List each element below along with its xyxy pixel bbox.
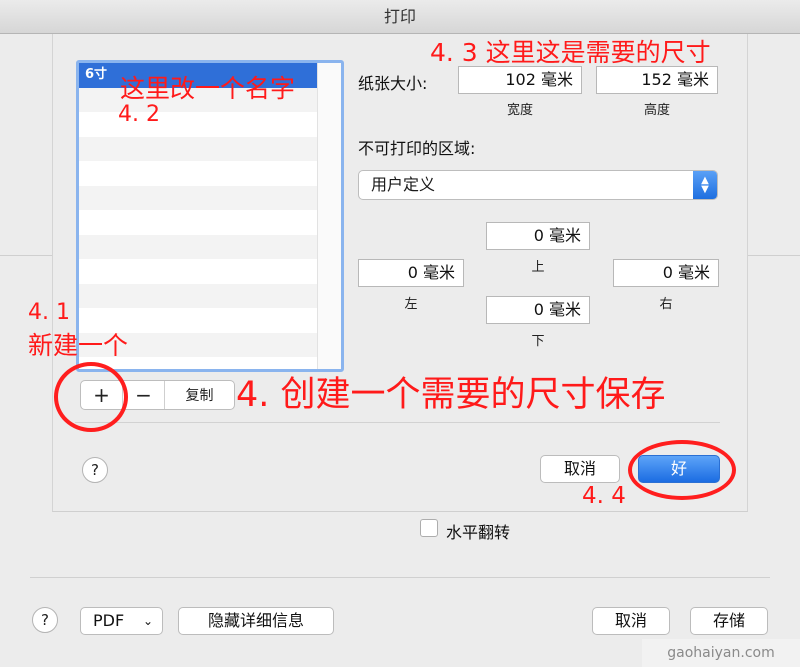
list-item[interactable]: [79, 259, 341, 284]
background-divider-right: [748, 255, 800, 256]
footer-help-button[interactable]: ?: [32, 607, 58, 633]
annotation-4-4: 4. 4: [582, 483, 626, 509]
pdf-menu-label: PDF: [93, 611, 125, 630]
list-item[interactable]: [79, 234, 341, 259]
annotation-4-2-number: 4. 2: [118, 102, 160, 127]
paper-width-caption: 宽度: [506, 103, 533, 118]
remove-paper-button[interactable]: −: [123, 381, 165, 409]
annotation-circle-ok: [628, 440, 736, 500]
list-item[interactable]: [79, 210, 341, 235]
annotation-4-1-text: 新建一个: [28, 331, 129, 360]
sheet-help-button[interactable]: ?: [82, 457, 108, 483]
chevron-down-icon: ⌄: [142, 614, 153, 628]
background-divider-left: [0, 255, 52, 256]
hide-details-button[interactable]: 隐藏详细信息: [178, 607, 334, 635]
margin-top-caption: 上: [531, 260, 545, 275]
save-button[interactable]: 存储: [690, 607, 768, 635]
paper-height-caption: 高度: [643, 103, 670, 118]
watermark: gaohaiyan.com: [642, 639, 800, 667]
flip-horizontal-checkbox[interactable]: [420, 519, 438, 537]
annotation-4-2-text: 这里改一个名字: [120, 74, 296, 103]
paper-width-field[interactable]: 102 毫米: [458, 66, 582, 94]
margin-left-caption: 左: [404, 297, 418, 312]
list-item[interactable]: [79, 283, 341, 308]
list-item[interactable]: [79, 161, 341, 186]
non-printable-area-label: 不可打印的区域:: [358, 139, 476, 158]
margin-right-caption: 右: [659, 297, 673, 312]
margin-top-field[interactable]: 0 毫米: [486, 222, 590, 250]
list-item[interactable]: [79, 136, 341, 161]
footer-divider: [30, 577, 770, 578]
non-printable-area-select[interactable]: 用户定义 ▲ ▼: [358, 170, 718, 200]
sheet-divider: [75, 422, 720, 423]
pdf-menu-button[interactable]: PDF ⌄: [80, 607, 163, 635]
list-item[interactable]: [79, 308, 341, 333]
annotation-4-3: 4. 3 这里这是需要的尺寸: [430, 38, 711, 67]
non-printable-area-value: 用户定义: [371, 175, 436, 194]
paper-size-label: 纸张大小:: [358, 74, 428, 93]
margin-bottom-field[interactable]: 0 毫米: [486, 296, 590, 324]
annotation-circle-add: [54, 362, 128, 432]
margin-left-field[interactable]: 0 毫米: [358, 259, 464, 287]
footer-cancel-button[interactable]: 取消: [592, 607, 670, 635]
sheet-cancel-button[interactable]: 取消: [540, 455, 620, 483]
margin-bottom-caption: 下: [531, 334, 545, 349]
paper-height-field[interactable]: 152 毫米: [596, 66, 718, 94]
paper-size-list[interactable]: 6寸: [76, 60, 344, 372]
chevron-up-down-icon: ▲ ▼: [693, 171, 717, 199]
annotation-4-1-number: 4. 1: [28, 300, 70, 325]
margin-right-field[interactable]: 0 毫米: [613, 259, 719, 287]
duplicate-paper-button[interactable]: 复制: [165, 381, 234, 409]
list-scrollbar[interactable]: [317, 63, 341, 369]
window-title: 打印: [0, 0, 800, 34]
list-item[interactable]: [79, 185, 341, 210]
annotation-4-main: 4. 创建一个需要的尺寸保存: [236, 375, 666, 415]
flip-horizontal-label: 水平翻转: [446, 523, 511, 542]
